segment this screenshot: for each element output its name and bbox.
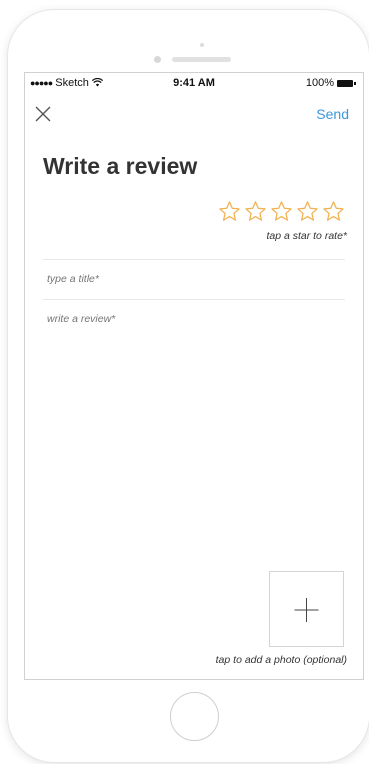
review-title-input[interactable] — [47, 273, 337, 285]
star-rating[interactable] — [218, 200, 345, 223]
app-screen: ●●●●● Sketch 9:41 AM 100% Send Write a r… — [24, 72, 364, 680]
divider — [43, 299, 345, 300]
status-bar: ●●●●● Sketch 9:41 AM 100% — [25, 73, 363, 91]
nav-bar: Send — [25, 99, 363, 129]
star-icon[interactable] — [322, 200, 345, 223]
add-photo-button[interactable] — [269, 571, 344, 647]
close-button[interactable] — [31, 102, 55, 126]
proximity-sensor — [154, 56, 161, 63]
add-photo-hint: tap to add a photo (optional) — [215, 654, 347, 666]
battery-status: 100% — [305, 77, 356, 89]
plus-icon — [294, 598, 319, 622]
front-camera — [200, 43, 204, 47]
battery-percent: 100% — [305, 77, 334, 89]
star-icon[interactable] — [218, 200, 241, 223]
close-icon — [35, 106, 51, 122]
rating-hint: tap a star to rate* — [266, 230, 347, 242]
home-button[interactable] — [170, 692, 219, 741]
star-icon[interactable] — [244, 200, 267, 223]
page-title: Write a review — [43, 153, 198, 179]
battery-icon — [337, 79, 356, 87]
divider — [43, 259, 345, 260]
star-icon[interactable] — [296, 200, 319, 223]
review-body-textarea[interactable] — [47, 313, 337, 553]
send-button[interactable]: Send — [316, 106, 349, 122]
star-icon[interactable] — [270, 200, 293, 223]
earpiece-speaker — [172, 57, 231, 62]
